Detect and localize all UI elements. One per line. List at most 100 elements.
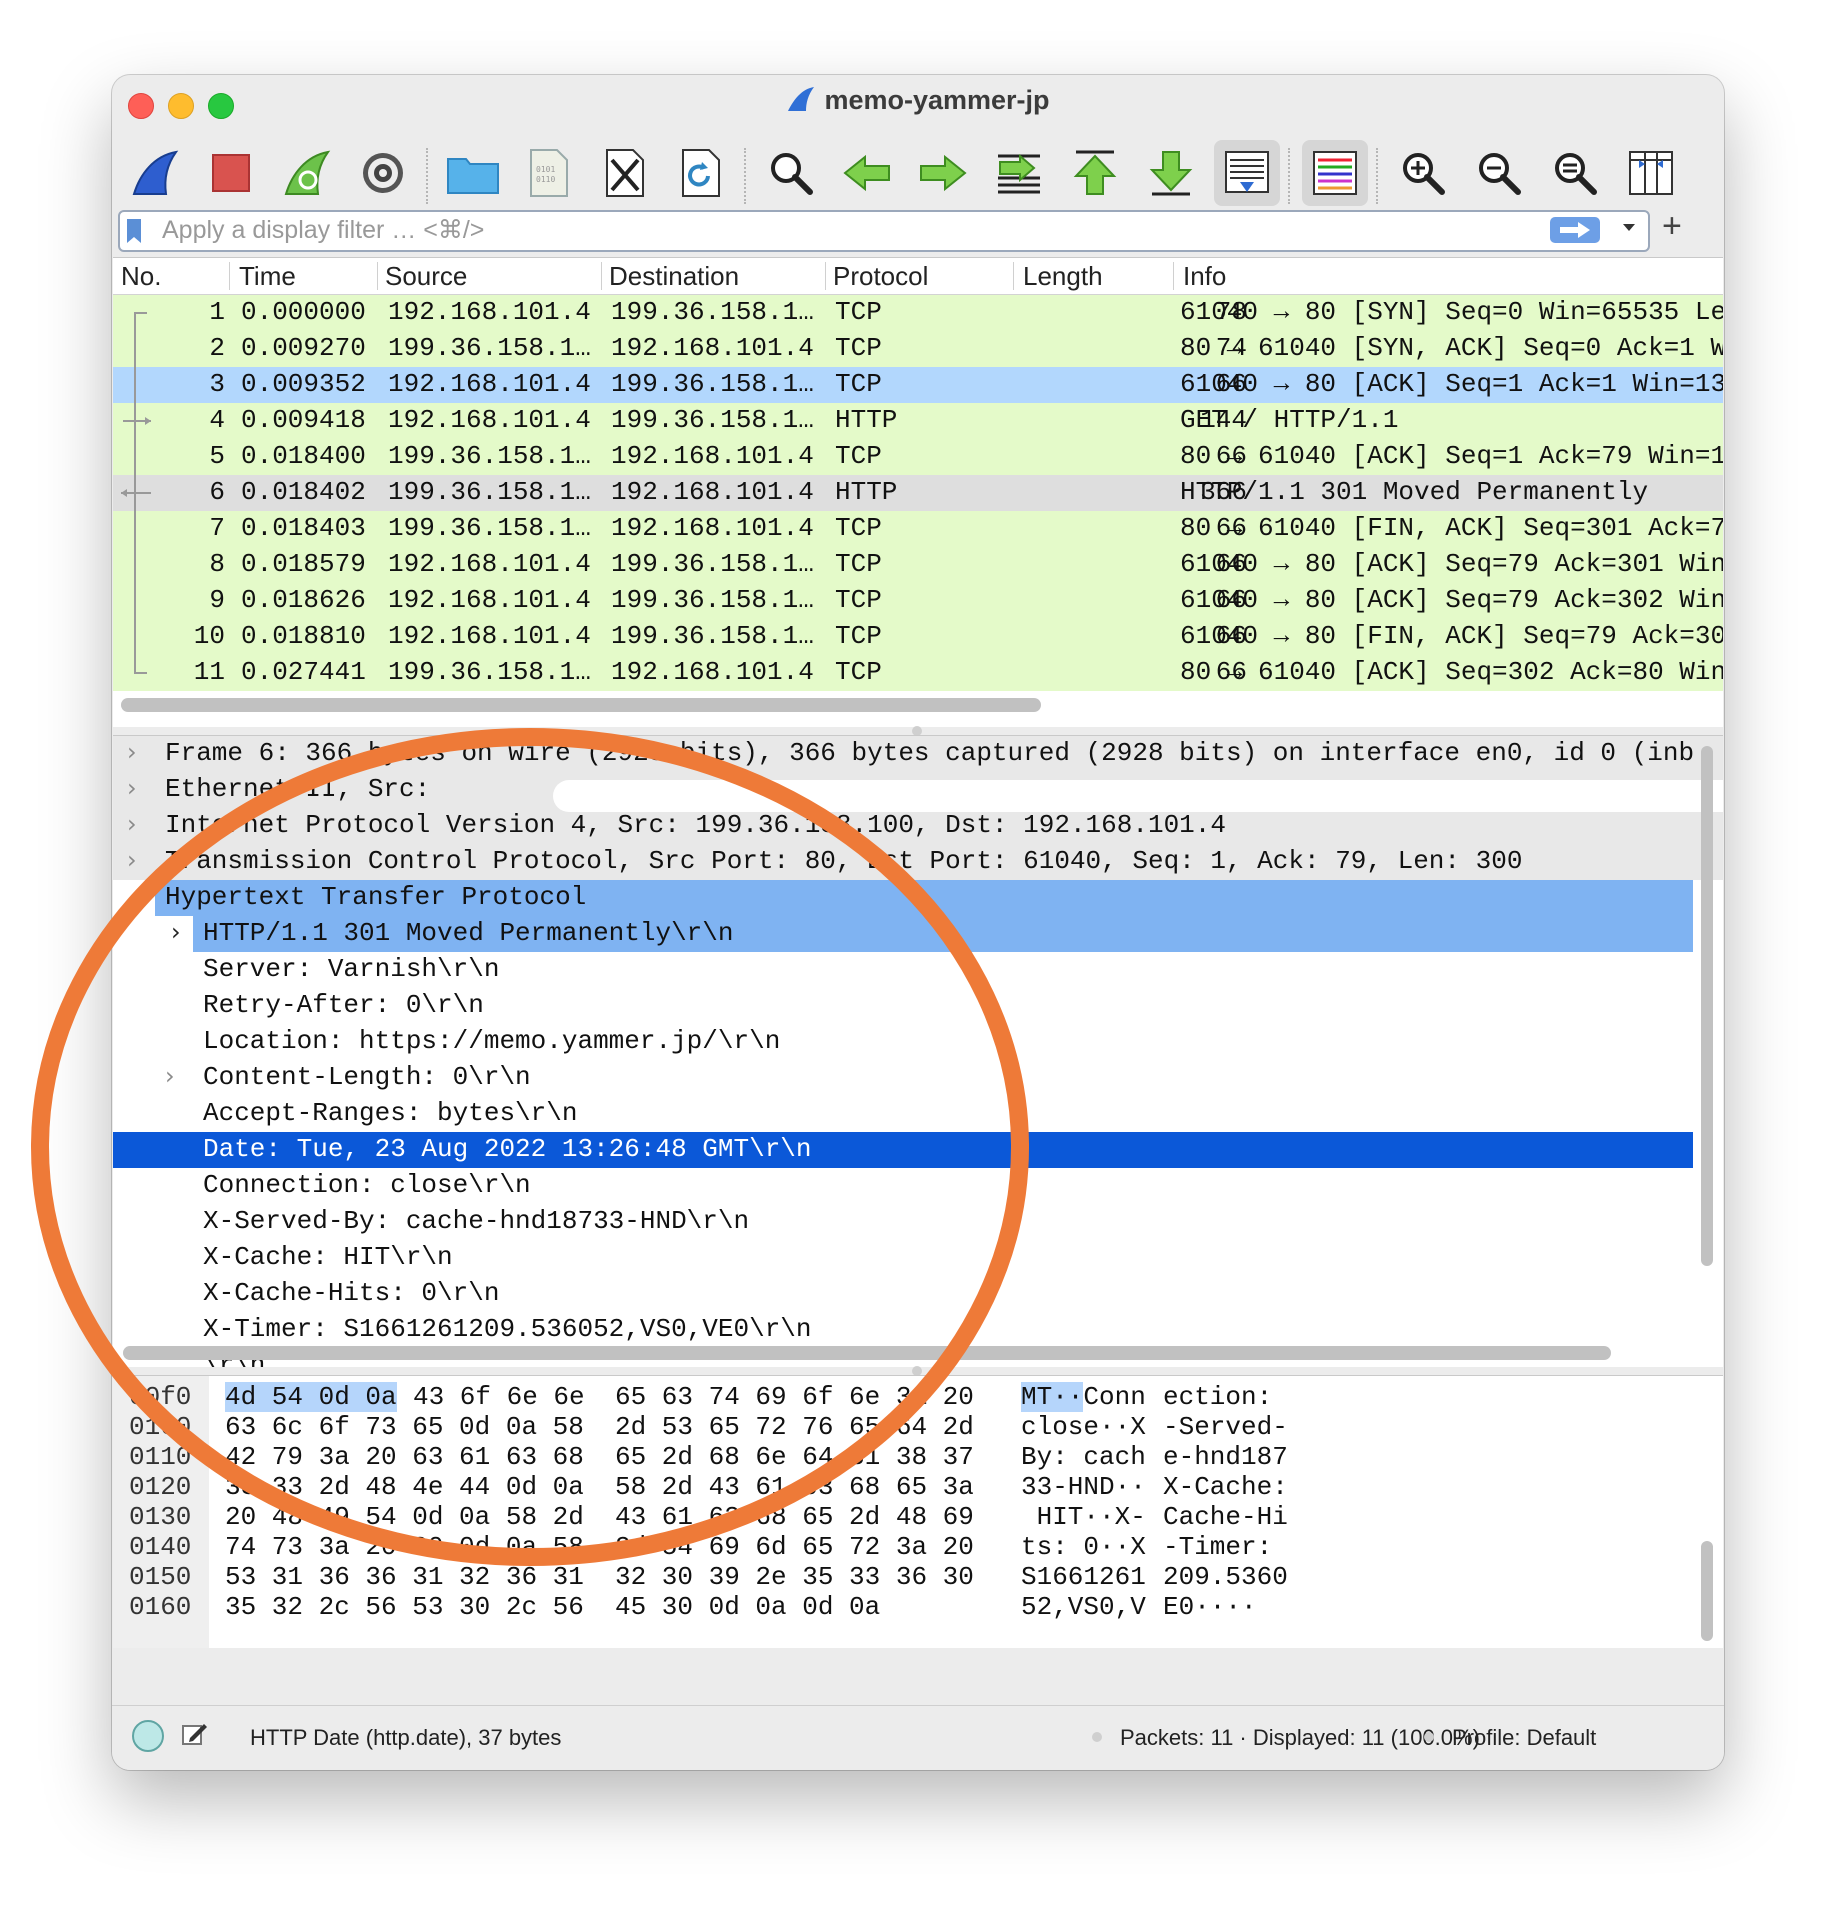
packet-row[interactable]: 10 0.018810 192.168.101.4 199.36.158.1… TCP 6…	[113, 619, 1723, 655]
normal-size-button[interactable]	[1542, 140, 1608, 206]
details-vertical-scrollbar[interactable]	[1701, 746, 1713, 1266]
chevron-right-icon[interactable]: ›	[171, 918, 181, 946]
gear-icon	[363, 153, 403, 193]
last-packet-button[interactable]	[1138, 140, 1204, 206]
packet-bytes-pane[interactable]: 00f0 4d 54 0d 0a 43 6f 6e 6e 65 63 74 69…	[113, 1375, 1723, 1648]
bytes-vertical-scrollbar[interactable]	[1701, 1541, 1713, 1641]
detail-row-header[interactable]: Retry-After: 0\r\n	[113, 988, 1723, 1024]
go-to-packet-button[interactable]	[986, 140, 1052, 206]
column-header-destination[interactable]: Destination	[609, 261, 739, 292]
capture-options-button[interactable]	[350, 140, 416, 206]
detail-row-header[interactable]: Server: Varnish\r\n	[113, 952, 1723, 988]
open-file-button[interactable]	[440, 140, 506, 206]
packet-row[interactable]: 5 0.018400 199.36.158.1… 192.168.101.4 TCP 66…	[113, 439, 1723, 475]
packet-list-horizontal-scrollbar[interactable]	[121, 698, 1041, 712]
colorize-icon	[1313, 151, 1357, 195]
apply-filter-button[interactable]	[1550, 217, 1600, 243]
chevron-down-icon[interactable]: ⌄	[127, 882, 147, 910]
column-header-time[interactable]: Time	[239, 261, 296, 292]
detail-row-header[interactable]: X-Cache-Hits: 0\r\n	[113, 1276, 1723, 1312]
response-arrow-icon	[121, 475, 151, 511]
filter-history-dropdown[interactable]	[1622, 216, 1636, 239]
column-header-no[interactable]: No.	[121, 261, 161, 292]
request-arrow-icon	[123, 403, 151, 439]
packet-row[interactable]: 7 0.018403 199.36.158.1… 192.168.101.4 TCP 66…	[113, 511, 1723, 547]
detail-row-header[interactable]: Connection: close\r\n	[113, 1168, 1723, 1204]
column-header-length[interactable]: Length	[1023, 261, 1103, 292]
find-packet-button[interactable]	[758, 140, 824, 206]
detail-row-header[interactable]: › Content-Length: 0\r\n	[113, 1060, 1723, 1096]
go-back-button[interactable]	[834, 140, 900, 206]
go-forward-button[interactable]	[910, 140, 976, 206]
close-file-button[interactable]	[592, 140, 658, 206]
packet-row[interactable]: 3 0.009352 192.168.101.4 199.36.158.1… TCP 66…	[113, 367, 1723, 403]
first-packet-button[interactable]	[1062, 140, 1128, 206]
wireshark-window: memo-yammer-jp 0101 0110 Apply a display…	[112, 75, 1724, 1770]
reload-file-button[interactable]	[668, 140, 734, 206]
status-field-text: HTTP Date (http.date), 37 bytes	[250, 1725, 562, 1750]
bookmark-icon[interactable]	[126, 218, 142, 249]
arrow-right-icon	[1560, 222, 1590, 238]
packet-row[interactable]: 4 0.009418 192.168.101.4 199.36.158.1… HTTP 1…	[113, 403, 1723, 439]
display-filter-bar	[118, 210, 1650, 252]
colorize-button[interactable]	[1302, 140, 1368, 206]
packet-row[interactable]: 1 0.000000 192.168.101.4 199.36.158.1… TCP 78…	[113, 295, 1723, 331]
close-file-icon	[606, 149, 644, 197]
window-title-text: memo-yammer-jp	[824, 85, 1050, 115]
start-capture-button[interactable]	[122, 140, 188, 206]
detail-row-date-selected[interactable]: Date: Tue, 23 Aug 2022 13:26:48 GMT\r\n	[113, 1132, 1693, 1168]
autoscroll-icon	[1225, 151, 1269, 193]
detail-row-status-line[interactable]: › HTTP/1.1 301 Moved Permanently\r\n	[171, 916, 1693, 952]
profile-text[interactable]: Profile: Default	[1452, 1725, 1596, 1751]
restart-icon	[284, 150, 331, 195]
packet-row[interactable]: 8 0.018579 192.168.101.4 199.36.158.1… TCP 66…	[113, 547, 1723, 583]
add-filter-button[interactable]: +	[1662, 207, 1682, 246]
chevron-right-icon[interactable]: ›	[127, 774, 137, 802]
arrow-right-icon	[920, 154, 967, 192]
conversation-start-icon	[134, 312, 147, 331]
conversation-end-icon	[134, 655, 147, 674]
detail-row-header[interactable]: Accept-Ranges: bytes\r\n	[113, 1096, 1723, 1132]
zoom-out-button[interactable]	[1466, 140, 1532, 206]
details-horizontal-scrollbar[interactable]	[123, 1346, 1611, 1360]
pane-splitter[interactable]	[112, 726, 1724, 736]
packet-row-current[interactable]: 6 0.018402 199.36.158.1… 192.168.101.4 HTTP 3…	[113, 475, 1723, 511]
restart-capture-button[interactable]	[274, 140, 340, 206]
expert-info-icon[interactable]	[132, 1720, 164, 1752]
chevron-right-icon[interactable]: ›	[127, 846, 137, 874]
packet-list[interactable]: No. Time Source Destination Protocol Len…	[113, 257, 1723, 728]
display-filter-input[interactable]	[160, 214, 1464, 246]
zoom-reset-icon	[1555, 153, 1597, 195]
packet-row[interactable]: 11 0.027441 199.36.158.1… 192.168.101.4 TCP 6…	[113, 655, 1723, 691]
chevron-right-icon[interactable]: ›	[127, 738, 137, 766]
title-bar: memo-yammer-jp	[112, 75, 1724, 125]
status-bar: HTTP Date (http.date), 37 bytes Packets:…	[112, 1705, 1724, 1770]
detail-row-header[interactable]: X-Cache: HIT\r\n	[113, 1240, 1723, 1276]
column-header-info[interactable]: Info	[1183, 261, 1226, 292]
chevron-right-icon[interactable]: ›	[127, 810, 137, 838]
save-file-button[interactable]: 0101 0110	[516, 140, 582, 206]
detail-row-header[interactable]: Location: https://memo.yammer.jp/\r\n	[113, 1024, 1723, 1060]
detail-row-frame[interactable]: › Frame 6: 366 bytes on wire (2928 bits)…	[113, 736, 1723, 772]
detail-row-ipv4[interactable]: › Internet Protocol Version 4, Src: 199.…	[113, 808, 1723, 844]
capture-comment-icon[interactable]	[180, 1720, 208, 1754]
detail-row-header[interactable]: X-Served-By: cache-hnd18733-HND\r\n	[113, 1204, 1723, 1240]
packet-row[interactable]: 2 0.009270 199.36.158.1… 192.168.101.4 TCP 74…	[113, 331, 1723, 367]
folder-icon	[447, 158, 499, 194]
detail-row-http[interactable]: ⌄ Hypertext Transfer Protocol	[127, 880, 1693, 916]
resize-columns-button[interactable]	[1618, 140, 1684, 206]
auto-scroll-button[interactable]	[1214, 140, 1280, 206]
pane-splitter[interactable]	[112, 1366, 1724, 1376]
packet-details-tree[interactable]: › Frame 6: 366 bytes on wire (2928 bits)…	[113, 735, 1723, 1368]
svg-text:0101: 0101	[536, 165, 555, 174]
window-title: memo-yammer-jp	[112, 85, 1724, 120]
zoom-in-button[interactable]	[1390, 140, 1456, 206]
column-header-source[interactable]: Source	[385, 261, 467, 292]
chevron-right-icon[interactable]: ›	[165, 1062, 175, 1090]
packet-row[interactable]: 9 0.018626 192.168.101.4 199.36.158.1… TCP 66…	[113, 583, 1723, 619]
stop-capture-button[interactable]	[198, 140, 264, 206]
detail-row-tcp[interactable]: › Transmission Control Protocol, Src Por…	[113, 844, 1723, 880]
detail-row-header[interactable]: X-Timer: S1661261209.536052,VS0,VE0\r\n	[113, 1312, 1723, 1348]
arrow-down-icon	[1149, 151, 1193, 196]
column-header-protocol[interactable]: Protocol	[833, 261, 928, 292]
